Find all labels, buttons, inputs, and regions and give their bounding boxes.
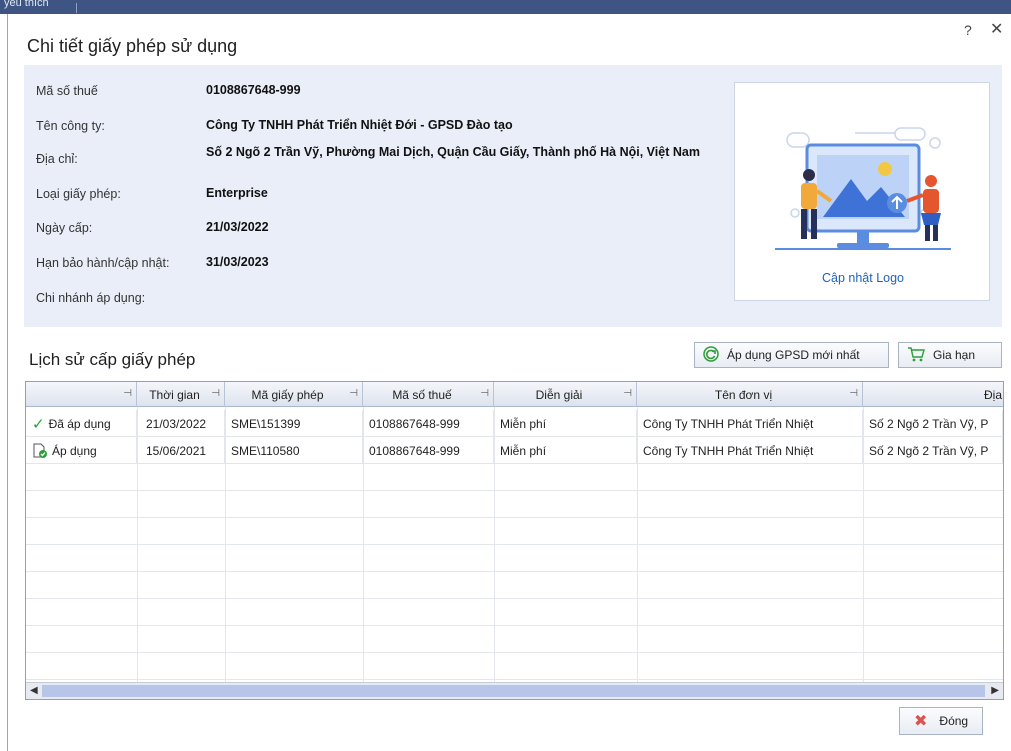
unit-name-cell: Công Ty TNHH Phát Triển Nhiệt bbox=[637, 437, 863, 464]
dialog-title: Chi tiết giấy phép sử dụng bbox=[27, 36, 238, 56]
address-cell: Số 2 Ngõ 2 Trần Vỹ, P bbox=[863, 410, 1003, 437]
description-cell: Miễn phí bbox=[494, 410, 637, 437]
scrollbar-thumb[interactable] bbox=[42, 685, 985, 697]
table-row[interactable]: ✓ Đã áp dụng 21/03/2022 SME\151399 01088… bbox=[26, 410, 1003, 437]
date-cell: 15/06/2021 bbox=[137, 437, 225, 464]
empty-row bbox=[26, 626, 1003, 653]
column-header-date[interactable]: Thời gian ⊣ bbox=[137, 382, 225, 407]
info-label: Loại giấy phép: bbox=[36, 187, 121, 201]
background-tab-label: yêu thích bbox=[4, 0, 49, 9]
help-button[interactable]: ? bbox=[964, 22, 972, 38]
pin-icon[interactable]: ⊣ bbox=[211, 388, 220, 399]
address-cell: Số 2 Ngõ 2 Trần Vỹ, P bbox=[863, 437, 1003, 464]
date-cell: 21/03/2022 bbox=[137, 410, 225, 437]
info-value: 21/03/2022 bbox=[206, 220, 269, 234]
separator bbox=[76, 3, 77, 13]
empty-row bbox=[26, 653, 1003, 680]
column-header-status[interactable]: ⊣ bbox=[26, 382, 137, 407]
document-check-icon bbox=[32, 443, 48, 459]
refresh-icon bbox=[703, 345, 719, 365]
pin-icon[interactable]: ⊣ bbox=[849, 388, 858, 399]
status-cell: ✓ Đã áp dụng bbox=[26, 410, 137, 437]
empty-row bbox=[26, 572, 1003, 599]
license-detail-dialog: Chi tiết giấy phép sử dụng ? ✕ Mã số thu… bbox=[7, 14, 1011, 751]
license-info-panel: Mã số thuế 0108867648-999 Tên công ty: C… bbox=[24, 65, 1002, 327]
history-title: Lịch sử cấp giấy phép bbox=[29, 350, 196, 369]
renew-button-label: Gia hạn bbox=[933, 348, 976, 362]
description-cell: Miễn phí bbox=[494, 437, 637, 464]
close-dialog-button[interactable]: ✖ Đóng bbox=[899, 707, 983, 735]
empty-row bbox=[26, 518, 1003, 545]
grid-header: ⊣ Thời gian ⊣ Mã giấy phép ⊣ Mã số thuế ⊣ D… bbox=[26, 382, 1003, 407]
tax-code-cell: 0108867648-999 bbox=[363, 437, 494, 464]
column-header-license-code[interactable]: Mã giấy phép ⊣ bbox=[225, 382, 363, 407]
license-history-grid: ⊣ Thời gian ⊣ Mã giấy phép ⊣ Mã số thuế ⊣ D… bbox=[25, 381, 1004, 700]
info-value: Công Ty TNHH Phát Triển Nhiệt Đới - GPSD… bbox=[206, 118, 513, 132]
check-icon: ✓ bbox=[32, 415, 45, 433]
info-value: 0108867648-999 bbox=[206, 83, 301, 97]
column-header-tax-code[interactable]: Mã số thuế ⊣ bbox=[363, 382, 494, 407]
horizontal-scrollbar[interactable]: ◀ ▶ bbox=[26, 682, 1003, 699]
pin-icon[interactable]: ⊣ bbox=[623, 388, 632, 399]
table-row[interactable]: Áp dụng 15/06/2021 SME\110580 0108867648… bbox=[26, 437, 1003, 464]
column-header-address[interactable]: Địa bbox=[863, 382, 1003, 407]
column-header-unit-name[interactable]: Tên đơn vị ⊣ bbox=[637, 382, 863, 407]
renew-button[interactable]: Gia hạn bbox=[898, 342, 1002, 368]
logo-illustration bbox=[775, 127, 951, 250]
pin-icon[interactable]: ⊣ bbox=[480, 388, 489, 399]
empty-row bbox=[26, 599, 1003, 626]
apply-button-label: Áp dụng GPSD mới nhất bbox=[727, 348, 860, 362]
info-label: Hạn bảo hành/cập nhật: bbox=[36, 256, 170, 270]
pin-icon[interactable]: ⊣ bbox=[349, 388, 358, 399]
update-logo-link[interactable]: Cập nhật Logo bbox=[735, 271, 991, 285]
background-window-strip: yêu thích bbox=[0, 0, 1011, 14]
info-value: 31/03/2023 bbox=[206, 255, 269, 269]
logo-box: Cập nhật Logo bbox=[734, 82, 990, 301]
info-label: Ngày cấp: bbox=[36, 221, 93, 235]
pin-icon[interactable]: ⊣ bbox=[123, 388, 132, 399]
info-value: Số 2 Ngõ 2 Trần Vỹ, Phường Mai Dịch, Quậ… bbox=[206, 145, 700, 159]
close-icon[interactable]: ✕ bbox=[990, 19, 1003, 39]
scroll-left-icon[interactable]: ◀ bbox=[30, 685, 38, 696]
info-label: Địa chỉ: bbox=[36, 152, 78, 166]
scroll-right-icon[interactable]: ▶ bbox=[991, 685, 999, 696]
info-label: Tên công ty: bbox=[36, 119, 105, 133]
info-value: Enterprise bbox=[206, 186, 268, 200]
column-header-description[interactable]: Diễn giải ⊣ bbox=[494, 382, 637, 407]
close-x-icon: ✖ bbox=[914, 713, 928, 730]
tax-code-cell: 0108867648-999 bbox=[363, 410, 494, 437]
empty-row bbox=[26, 545, 1003, 572]
empty-row bbox=[26, 491, 1003, 518]
cart-icon bbox=[907, 346, 925, 365]
close-button-label: Đóng bbox=[939, 714, 969, 728]
license-code-cell: SME\151399 bbox=[225, 410, 363, 437]
unit-name-cell: Công Ty TNHH Phát Triển Nhiệt bbox=[637, 410, 863, 437]
empty-row bbox=[26, 464, 1003, 491]
status-cell: Áp dụng bbox=[26, 437, 137, 464]
info-label: Chi nhánh áp dụng: bbox=[36, 291, 146, 305]
apply-latest-license-button[interactable]: Áp dụng GPSD mới nhất bbox=[694, 342, 889, 368]
info-label: Mã số thuế bbox=[36, 84, 98, 98]
license-code-cell: SME\110580 bbox=[225, 437, 363, 464]
